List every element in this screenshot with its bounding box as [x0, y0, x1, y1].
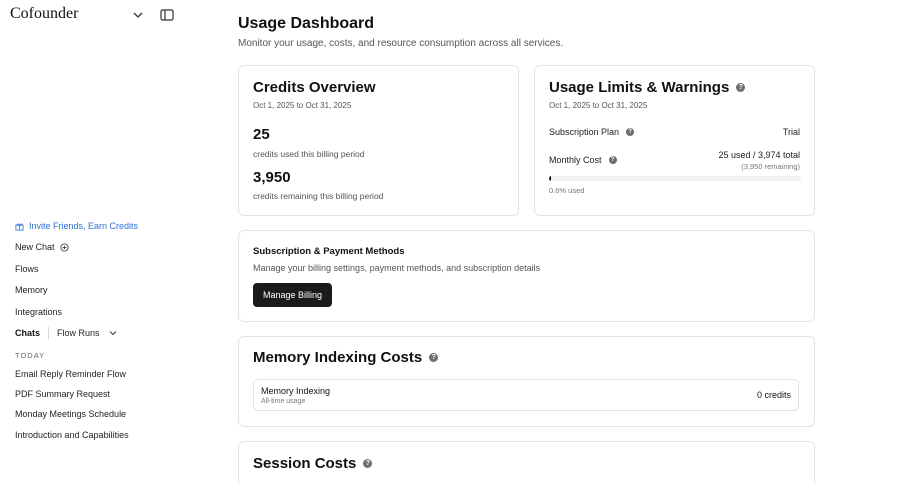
list-item[interactable]: Email Reply Reminder Flow [15, 369, 126, 379]
help-icon[interactable]: ? [363, 459, 373, 468]
billing-title: Subscription & Payment Methods [253, 246, 405, 257]
credits-overview-title-text: Credits Overview [253, 79, 376, 96]
credits-date-range: Oct 1, 2025 to Oct 31, 2025 [253, 101, 352, 110]
credits-overview-title: Credits Overview [253, 79, 376, 96]
sidebar-tabs: Chats Flow Runs [15, 327, 119, 339]
monthly-cost-label: Monthly Cost ? [549, 155, 617, 165]
credits-overview-card: Credits Overview Oct 1, 2025 to Oct 31, … [238, 65, 519, 216]
chevron-down-icon[interactable] [131, 8, 145, 22]
tab-chats[interactable]: Chats [15, 328, 40, 338]
usage-limits-title-text: Usage Limits & Warnings [549, 79, 730, 96]
sidebar-item-new-chat[interactable]: New Chat [15, 242, 69, 252]
monthly-cost-remaining: (3,950 remaining) [741, 162, 800, 171]
memory-indexing-item-value: 0 credits [756, 390, 791, 400]
session-costs-card: Session Costs ? [238, 441, 815, 484]
page-subtitle: Monitor your usage, costs, and resource … [238, 38, 564, 49]
limits-date-range: Oct 1, 2025 to Oct 31, 2025 [549, 101, 648, 110]
credits-remaining-value: 3,950 [253, 169, 291, 186]
billing-description: Manage your billing settings, payment me… [253, 263, 541, 273]
subscription-plan-label-text: Subscription Plan [549, 127, 620, 137]
memory-indexing-title: Memory Indexing Costs ? [253, 349, 439, 366]
memory-indexing-title-text: Memory Indexing Costs [253, 349, 423, 366]
usage-limits-card: Usage Limits & Warnings ? Oct 1, 2025 to… [534, 65, 815, 216]
memory-indexing-card: Memory Indexing Costs ? Memory Indexing … [238, 336, 815, 427]
manage-billing-button[interactable]: Manage Billing [253, 283, 333, 307]
usage-percent-text: 0.6% used [549, 186, 585, 195]
usage-progress-bar [549, 176, 801, 181]
brand-name[interactable]: Cofounder [10, 5, 78, 23]
sidebar-item-integrations[interactable]: Integrations [15, 307, 62, 317]
help-icon[interactable]: ? [626, 128, 635, 136]
credits-used-value: 25 [253, 126, 270, 143]
sidebar-toggle-icon[interactable] [159, 7, 175, 23]
invite-friends-label: Invite Friends, Earn Credits [29, 221, 139, 231]
help-icon[interactable]: ? [736, 83, 746, 92]
list-item[interactable]: Introduction and Capabilities [15, 430, 129, 440]
tab-divider [48, 327, 50, 339]
gift-icon [15, 223, 24, 231]
sidebar: Cofounder Invite Friends, Earn Credits N… [0, 0, 218, 484]
list-item[interactable]: Monday Meetings Schedule [15, 409, 126, 419]
session-costs-title: Session Costs ? [253, 455, 373, 472]
subscription-plan-label: Subscription Plan ? [549, 127, 635, 137]
memory-indexing-item: Memory Indexing All-time usage 0 credits [253, 379, 799, 411]
billing-card: Subscription & Payment Methods Manage yo… [238, 230, 815, 322]
section-label-today: TODAY [15, 351, 46, 360]
plus-circle-icon [60, 242, 69, 252]
memory-indexing-item-sub: All-time usage [261, 398, 306, 405]
memory-indexing-item-title: Memory Indexing [261, 386, 331, 396]
usage-limits-title: Usage Limits & Warnings ? [549, 79, 746, 96]
tab-flow-runs[interactable]: Flow Runs [57, 328, 100, 338]
monthly-cost-label-text: Monthly Cost [549, 155, 602, 165]
usage-progress-fill [549, 176, 551, 181]
credits-used-label: credits used this billing period [253, 149, 365, 159]
chevron-down-icon[interactable] [107, 327, 119, 339]
credits-remaining-label: credits remaining this billing period [253, 191, 384, 201]
sidebar-item-flows[interactable]: Flows [15, 264, 39, 274]
monthly-cost-value: 25 used / 3,974 total [718, 150, 800, 160]
page-title: Usage Dashboard [238, 15, 375, 32]
list-item[interactable]: PDF Summary Request [15, 389, 110, 399]
session-costs-title-text: Session Costs [253, 455, 357, 472]
help-icon[interactable]: ? [429, 353, 439, 362]
help-icon[interactable]: ? [608, 156, 617, 164]
sidebar-item-memory[interactable]: Memory [15, 285, 48, 295]
invite-friends-link[interactable]: Invite Friends, Earn Credits [15, 221, 138, 231]
new-chat-label: New Chat [15, 242, 55, 252]
subscription-plan-value: Trial [782, 127, 800, 137]
